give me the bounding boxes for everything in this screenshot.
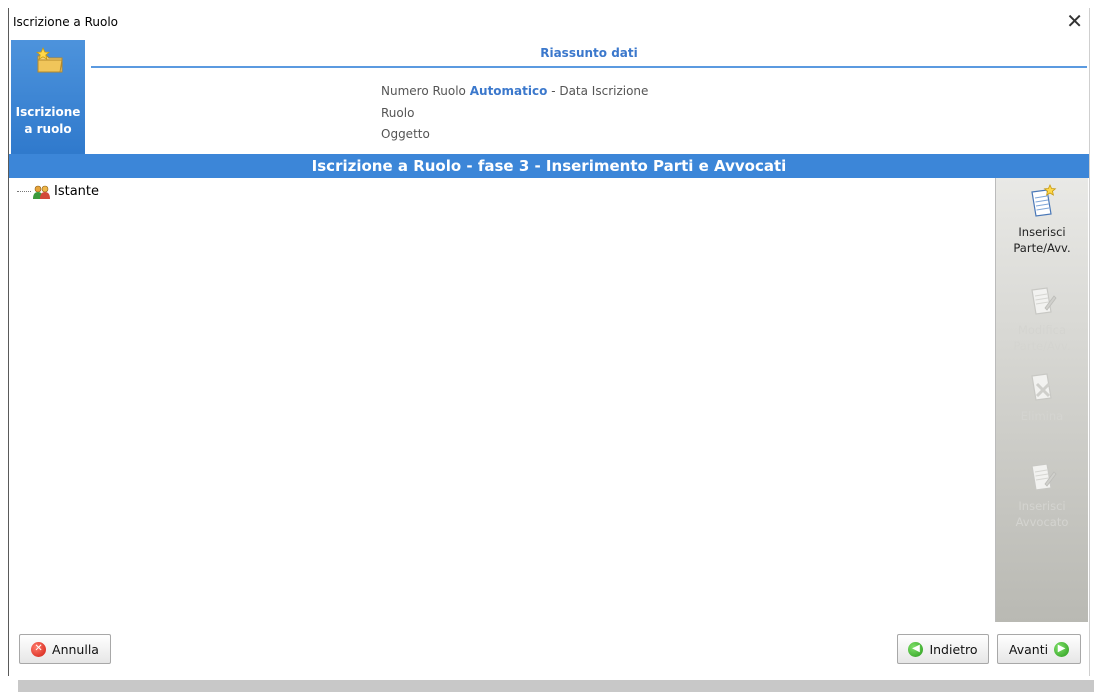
summary-oggetto-row: Oggetto — [381, 127, 430, 141]
phase-title-bar: Iscrizione a Ruolo - fase 3 - Inseriment… — [9, 154, 1089, 178]
action-toolbar: Inserisci Parte/Avv. Modifica Parte/Avv.… — [995, 178, 1088, 622]
numero-ruolo-label: Numero Ruolo — [381, 84, 466, 98]
insert-lawyer-button[interactable]: Inserisci Avvocato — [996, 458, 1088, 530]
side-tile-label: Iscrizione a ruolo — [15, 105, 81, 136]
insert-lawyer-label: Inserisci Avvocato — [1015, 499, 1069, 529]
document-delete-icon — [1031, 373, 1052, 401]
window-title: Iscrizione a Ruolo — [13, 15, 119, 29]
document-edit-icon — [1031, 463, 1057, 491]
cancel-button[interactable]: ✕ Annulla — [19, 634, 111, 664]
tree-node-istante[interactable]: Istante — [17, 184, 99, 199]
delete-party-label: Elimina — [1020, 409, 1064, 423]
insert-party-button[interactable]: Inserisci Parte/Avv. — [996, 184, 1088, 256]
background-strip — [18, 680, 1094, 692]
edit-party-button[interactable]: Modifica Parte/Avv. — [996, 282, 1088, 354]
dialog-window: Iscrizione a Ruolo ✕ Iscrizione a ruolo … — [8, 8, 1090, 676]
summary-numero-row: Numero Ruolo Automatico - Data Iscrizion… — [381, 84, 648, 98]
delete-party-button[interactable]: Elimina — [996, 368, 1088, 424]
cancel-label: Annulla — [52, 641, 99, 657]
close-icon[interactable]: ✕ — [1066, 10, 1083, 32]
footer-bar: ✕ Annulla ◀ Indietro Avanti ▶ — [9, 622, 1089, 676]
ruolo-label: Ruolo — [381, 106, 415, 120]
summary-divider — [91, 66, 1087, 68]
document-star-icon — [1031, 184, 1057, 217]
oggetto-label: Oggetto — [381, 127, 430, 141]
folder-star-icon — [35, 47, 63, 73]
summary-title: Riassunto dati — [540, 46, 638, 60]
insert-party-label: Inserisci Parte/Avv. — [1013, 225, 1071, 255]
title-bar: Iscrizione a Ruolo ✕ — [9, 8, 1089, 34]
document-edit-icon — [1031, 287, 1057, 315]
back-label: Indietro — [929, 641, 978, 657]
next-button[interactable]: Avanti ▶ — [997, 634, 1081, 664]
parties-tree[interactable]: Istante — [11, 178, 996, 623]
data-iscrizione-label: - Data Iscrizione — [551, 84, 649, 98]
side-tile-iscrizione[interactable]: Iscrizione a ruolo — [11, 40, 85, 156]
summary-ruolo-row: Ruolo — [381, 106, 414, 120]
people-icon — [33, 185, 50, 199]
edit-party-label: Modifica Parte/Avv. — [1013, 323, 1071, 353]
numero-ruolo-value: Automatico — [469, 84, 548, 98]
cancel-icon: ✕ — [31, 641, 47, 657]
back-button[interactable]: ◀ Indietro — [897, 634, 989, 664]
next-arrow-icon: ▶ — [1054, 641, 1070, 657]
tree-node-label: Istante — [54, 184, 100, 199]
next-label: Avanti — [1008, 641, 1049, 657]
background-page-text — [0, 0, 1094, 4]
tree-connector — [17, 191, 31, 192]
back-arrow-icon: ◀ — [908, 641, 924, 657]
